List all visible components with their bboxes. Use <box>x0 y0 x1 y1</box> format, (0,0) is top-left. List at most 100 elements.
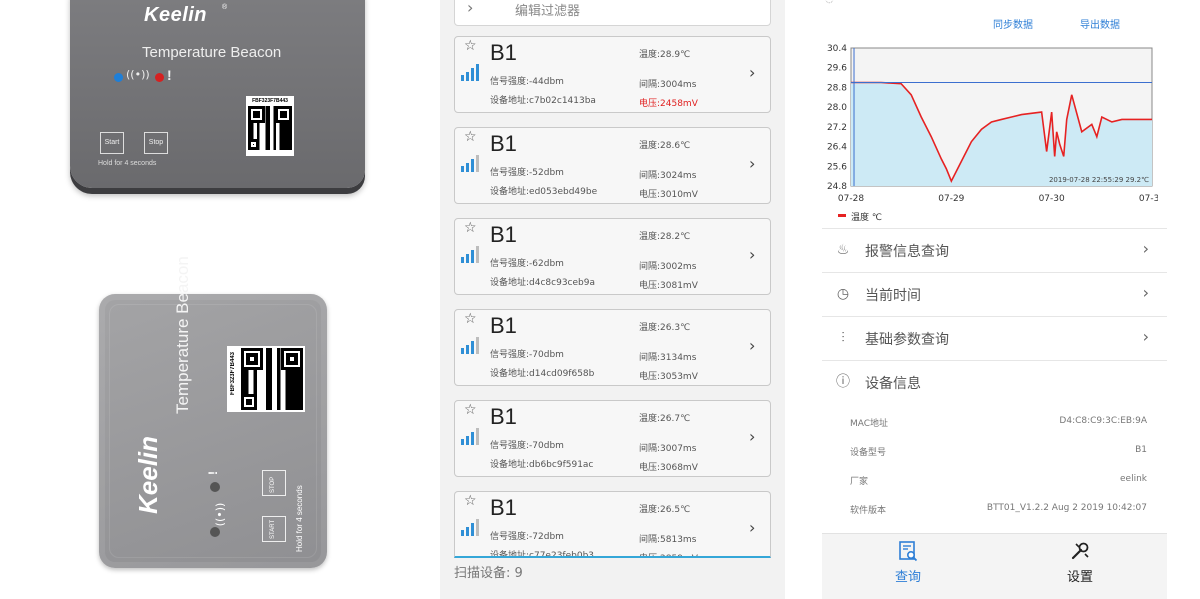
wireless-icon: ((•)) <box>126 68 150 81</box>
bottom-nav: 查询 设置 <box>822 533 1167 599</box>
chevron-right-icon: › <box>1142 327 1149 346</box>
rssi-value: 信号强度:-44dbm <box>490 77 564 87</box>
tab-settings[interactable]: 设置 <box>1040 540 1120 594</box>
chevron-right-icon: › <box>749 336 756 355</box>
signal-strength-icon <box>461 245 483 263</box>
menu-row-label: 报警信息查询 <box>865 244 949 260</box>
interval-value: 间隔:3024ms <box>639 171 697 181</box>
temperature-value: 温度:28.2℃ <box>639 232 691 242</box>
info-value: D4:C8:C9:3C:EB:9A <box>1059 416 1147 426</box>
device-card[interactable]: ☆ B1 信号强度:-52dbm 设备地址:ed053ebd49be 温度:28.6℃ 间… <box>454 127 771 204</box>
temperature-value: 温度:26.3℃ <box>639 323 691 333</box>
qr-code-text: FBF323F7B443 <box>252 98 288 104</box>
star-icon[interactable]: ☆ <box>464 220 477 236</box>
voltage-value: 电压:3068mV <box>639 463 698 473</box>
star-icon[interactable]: ☆ <box>464 493 477 509</box>
alert-mark-vertical: ! <box>206 471 220 475</box>
brand-logo-vertical: Keelin <box>133 435 163 514</box>
device-name: B1 <box>490 40 517 65</box>
brand-logo: Keelin <box>144 4 208 26</box>
export-data-link[interactable]: 导出数据 <box>1080 16 1120 31</box>
y-tick-label: 27.2 <box>827 123 847 133</box>
signal-bar <box>461 166 464 172</box>
device-card[interactable]: ☆ B1 信号强度:-62dbm 设备地址:d4c8c93ceb9a 温度:28.2℃ 间… <box>454 218 771 295</box>
chevron-right-icon: › <box>749 245 756 264</box>
rssi-value: 信号强度:-70dbm <box>490 441 564 451</box>
device-name: B1 <box>490 313 517 338</box>
star-icon[interactable]: ☆ <box>464 402 477 418</box>
sync-data-link[interactable]: 同步数据 <box>993 16 1033 31</box>
qr-code-text-vertical: FBF323F7B443 <box>230 352 236 396</box>
registered-mark: ® <box>222 4 228 11</box>
menu-row[interactable]: ♨ 报警信息查询 › <box>822 228 1167 272</box>
rssi-value: 信号强度:-52dbm <box>490 168 564 178</box>
rssi-value: 信号强度:-62dbm <box>490 259 564 269</box>
interval-value: 间隔:3134ms <box>639 353 697 363</box>
signal-bar <box>461 257 464 263</box>
menu-row-label: 设备信息 <box>865 376 921 392</box>
qr-code: FBF323F7B443 <box>246 96 294 156</box>
menu-row[interactable]: ⫶ 基础参数查询 › <box>822 316 1167 360</box>
menu-row: ⓘ 设备信息 <box>822 360 1167 404</box>
stop-button-vertical: STOP <box>262 470 286 496</box>
signal-strength-icon <box>461 518 483 536</box>
x-tick-label: 07-29 <box>938 194 964 204</box>
voltage-value: 电压:2458mV <box>639 99 698 109</box>
sliders-icon: ⫶ <box>841 330 845 346</box>
signal-bar <box>466 254 469 263</box>
start-button: Start <box>100 132 124 154</box>
device-name: B1 <box>490 131 517 156</box>
voltage-value: 电压:3053mV <box>639 372 698 382</box>
search-document-icon <box>868 540 948 566</box>
start-button-vertical: START <box>262 516 286 542</box>
legend-label: 温度 ℃ <box>851 211 882 223</box>
signal-bar <box>461 348 464 354</box>
info-row: 厂家 eelink <box>822 470 1167 492</box>
info-value: BTT01_V1.2.2 Aug 2 2019 10:42:07 <box>986 503 1147 513</box>
device-card[interactable]: ☆ B1 信号强度:-70dbm 设备地址:d14cd09f658b 温度:26.3℃ 间… <box>454 309 771 386</box>
device-address: 设备地址:c7b02c1413ba <box>490 96 596 106</box>
menu-row[interactable]: ◷ 当前时间 › <box>822 272 1167 316</box>
device-card[interactable]: ☆ B1 信号强度:-44dbm 设备地址:c7b02c1413ba 温度:28.9℃ 间… <box>454 36 771 113</box>
device-card[interactable]: ☆ B1 信号强度:-70dbm 设备地址:db6bc9f591ac 温度:26.7℃ 间… <box>454 400 771 477</box>
interval-value: 间隔:3002ms <box>639 262 697 272</box>
signal-bar <box>461 439 464 445</box>
star-icon[interactable]: ☆ <box>464 311 477 327</box>
device-detail-panel: ◌ 同步数据 导出数据 30.4 29.6 28.8 28.0 27.2 26.4 25.6… <box>785 0 1200 599</box>
filter-bar[interactable]: › 编辑过滤器 <box>454 0 771 26</box>
info-key: MAC地址 <box>850 419 889 429</box>
signal-bar <box>461 530 464 536</box>
alarm-led-vertical <box>210 482 220 492</box>
hold-hint-vertical: Hold for 4 seconds <box>295 485 304 552</box>
filter-label: 编辑过滤器 <box>515 4 581 19</box>
header-fragment: ◌ <box>825 0 834 5</box>
interval-value: 间隔:3004ms <box>639 80 697 90</box>
info-icon: ⓘ <box>836 374 850 390</box>
device-address: 设备地址:ed053ebd49be <box>490 187 598 197</box>
device-card[interactable]: ☆ B1 信号强度:-72dbm 设备地址:c77e23feb0b3 温度:26.5℃ 间… <box>454 491 771 558</box>
info-row: MAC地址 D4:C8:C9:3C:EB:9A <box>822 412 1167 434</box>
scan-count: 扫描设备: 9 <box>454 566 523 581</box>
signal-strength-icon <box>461 427 483 445</box>
tab-settings-label: 设置 <box>1066 570 1093 585</box>
tab-query[interactable]: 查询 <box>868 540 948 594</box>
chevron-right-icon: › <box>749 63 756 82</box>
y-tick-label: 30.4 <box>827 44 847 54</box>
star-icon[interactable]: ☆ <box>464 129 477 145</box>
beacon-device-front: Keelin ® Temperature Beacon ((•)) ! FBF3… <box>70 0 365 188</box>
info-key: 厂家 <box>850 477 869 487</box>
chevron-right-icon: › <box>1142 283 1149 302</box>
device-name: B1 <box>490 404 517 429</box>
menu-row-label: 当前时间 <box>865 288 921 304</box>
temperature-value: 温度:26.7℃ <box>639 414 691 424</box>
alarm-icon: ♨ <box>836 242 850 258</box>
x-tick-label: 07-31 <box>1139 194 1158 204</box>
bluetooth-led-vertical <box>210 527 220 537</box>
signal-bar <box>476 246 479 263</box>
signal-bar <box>466 163 469 172</box>
scan-list-panel: › 编辑过滤器 ☆ B1 信号强度:-44dbm 设备地址:c7b02c1413ba 温… <box>440 0 785 599</box>
temperature-chart[interactable]: 30.4 29.6 28.8 28.0 27.2 26.4 25.6 24.8 07-28 07-… <box>818 40 1158 230</box>
star-icon[interactable]: ☆ <box>464 38 477 54</box>
device-address: 设备地址:c77e23feb0b3 <box>490 551 595 558</box>
info-value: eelink <box>1120 474 1147 484</box>
